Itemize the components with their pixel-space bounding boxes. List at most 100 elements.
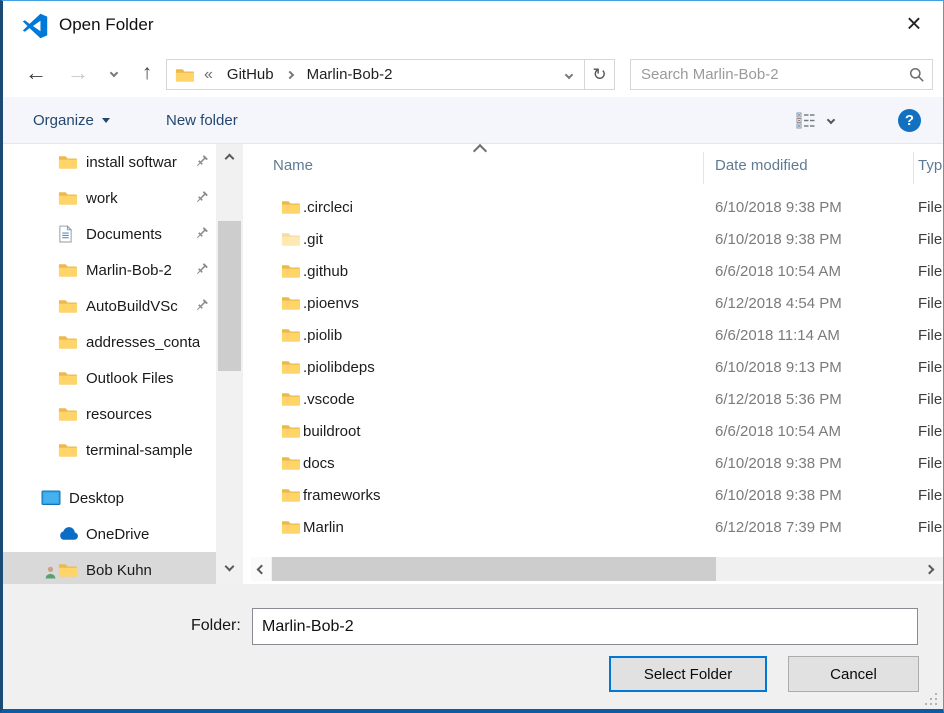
file-row[interactable]: Marlin 6/12/2018 7:39 PM File [251,511,943,543]
type-cell: File [918,231,942,248]
type-cell: File [918,327,942,344]
column-header-date-modified[interactable]: Date modified [715,157,808,174]
new-folder-button[interactable]: New folder [166,97,238,143]
file-name-cell: .git [303,231,323,248]
breadcrumb-item-github[interactable]: GitHub [227,66,274,83]
sidebar: install softwar work Documents Marlin-Bo… [3,144,216,584]
cancel-button[interactable]: Cancel [788,656,919,692]
sidebar-scrollbar[interactable] [216,144,243,584]
folder-icon [58,441,79,459]
type-cell: File [918,423,942,440]
folder-icon [58,153,79,171]
scroll-right-icon[interactable] [919,557,939,581]
recent-locations-chevron-icon[interactable] [101,53,127,93]
pin-icon [195,227,208,240]
change-view-button[interactable] [796,97,834,143]
folder-label: Folder: [191,617,241,635]
open-folder-dialog: Open Folder × ← → ↑ « GitHub Marlin-Bob-… [0,0,944,713]
folder-icon [281,263,300,279]
file-name-cell: .vscode [303,391,355,408]
type-cell: File [918,487,942,504]
sidebar-item-terminal-sample[interactable]: terminal-sample [3,432,216,468]
refresh-icon[interactable]: ↻ [584,60,614,89]
up-arrow-icon[interactable]: ↑ [131,53,163,93]
file-name-cell: Marlin [303,519,344,536]
horizontal-scrollbar-thumb[interactable] [272,557,716,581]
folder-icon [281,231,300,247]
sidebar-item-addresses-conta[interactable]: addresses_conta [3,324,216,360]
list-header: Name Date modified Typ [251,144,943,191]
folder-icon [281,391,300,407]
organize-button[interactable]: Organize [33,97,110,143]
resize-grip[interactable] [925,693,938,706]
file-row[interactable]: docs 6/10/2018 9:38 PM File [251,447,943,479]
type-cell: File [918,391,942,408]
search-box [630,59,933,90]
folder-icon [58,297,79,315]
search-icon[interactable] [902,67,932,83]
folder-icon [281,519,300,535]
file-row[interactable]: buildroot 6/6/2018 10:54 AM File [251,415,943,447]
sidebar-item-work[interactable]: work [3,180,216,216]
sidebar-item-bob-kuhn[interactable]: Bob Kuhn [3,552,216,584]
date-modified-cell: 6/10/2018 9:38 PM [715,231,842,248]
sidebar-item-install-softwar[interactable]: install softwar [3,144,216,180]
folder-icon [58,405,79,423]
address-dropdown-chevron-icon[interactable] [554,60,584,89]
column-header-type[interactable]: Typ [918,157,942,174]
file-row[interactable]: .piolibdeps 6/10/2018 9:13 PM File [251,351,943,383]
sidebar-scrollbar-thumb[interactable] [218,221,241,371]
breadcrumb-item-marlin-bob-2[interactable]: Marlin-Bob-2 [307,66,393,83]
address-bar[interactable]: « GitHub Marlin-Bob-2 ↻ [166,59,615,90]
close-icon[interactable]: × [891,1,937,45]
sidebar-item-documents[interactable]: Documents [3,216,216,252]
file-row[interactable]: .piolib 6/6/2018 11:14 AM File [251,319,943,351]
search-input[interactable] [631,66,902,83]
pin-icon [195,191,208,204]
user-folder-icon [58,561,79,579]
date-modified-cell: 6/12/2018 5:36 PM [715,391,842,408]
file-row[interactable]: frameworks 6/10/2018 9:38 PM File [251,479,943,511]
breadcrumb-overflow-icon[interactable]: « [204,66,213,84]
onedrive-icon [58,525,79,543]
folder-name-input[interactable] [252,608,918,645]
scroll-down-icon[interactable] [216,558,243,578]
title-bar: Open Folder × [3,1,943,53]
date-modified-cell: 6/6/2018 11:14 AM [715,327,840,344]
file-name-cell: .pioenvs [303,295,359,312]
main-area: install softwar work Documents Marlin-Bo… [3,144,943,584]
documents-icon [58,225,79,243]
type-cell: File [918,455,942,472]
folder-icon [281,199,300,215]
forward-arrow-icon[interactable]: → [61,53,95,93]
vscode-logo-icon [22,13,48,39]
horizontal-scrollbar[interactable] [251,557,943,581]
scroll-up-icon[interactable] [216,146,243,166]
sidebar-item-onedrive[interactable]: OneDrive [3,516,216,552]
file-row[interactable]: .vscode 6/12/2018 5:36 PM File [251,383,943,415]
window-title: Open Folder [59,15,154,35]
folder-icon [281,455,300,471]
sidebar-item-outlook-files[interactable]: Outlook Files [3,360,216,396]
help-button[interactable]: ? [898,97,921,143]
back-arrow-icon[interactable]: ← [19,53,53,93]
file-row[interactable]: .pioenvs 6/12/2018 4:54 PM File [251,287,943,319]
folder-icon [281,423,300,439]
sidebar-item-desktop[interactable]: Desktop [3,480,216,516]
sidebar-item-marlin-bob-2[interactable]: Marlin-Bob-2 [3,252,216,288]
date-modified-cell: 6/6/2018 10:54 AM [715,263,841,280]
date-modified-cell: 6/10/2018 9:38 PM [715,455,842,472]
file-rows: .circleci 6/10/2018 9:38 PM File .git 6/… [251,191,943,543]
details-view-icon [796,112,816,129]
select-folder-button[interactable]: Select Folder [609,656,767,692]
file-row[interactable]: .circleci 6/10/2018 9:38 PM File [251,191,943,223]
folder-icon [58,189,79,207]
file-row[interactable]: .github 6/6/2018 10:54 AM File [251,255,943,287]
column-header-name[interactable]: Name [273,157,313,174]
dialog-footer: Folder: Select Folder Cancel [3,584,943,710]
sidebar-item-autobuildvsc[interactable]: AutoBuildVSc [3,288,216,324]
file-row[interactable]: .git 6/10/2018 9:38 PM File [251,223,943,255]
sidebar-item-resources[interactable]: resources [3,396,216,432]
scroll-left-icon[interactable] [251,557,271,581]
help-icon: ? [898,109,921,132]
